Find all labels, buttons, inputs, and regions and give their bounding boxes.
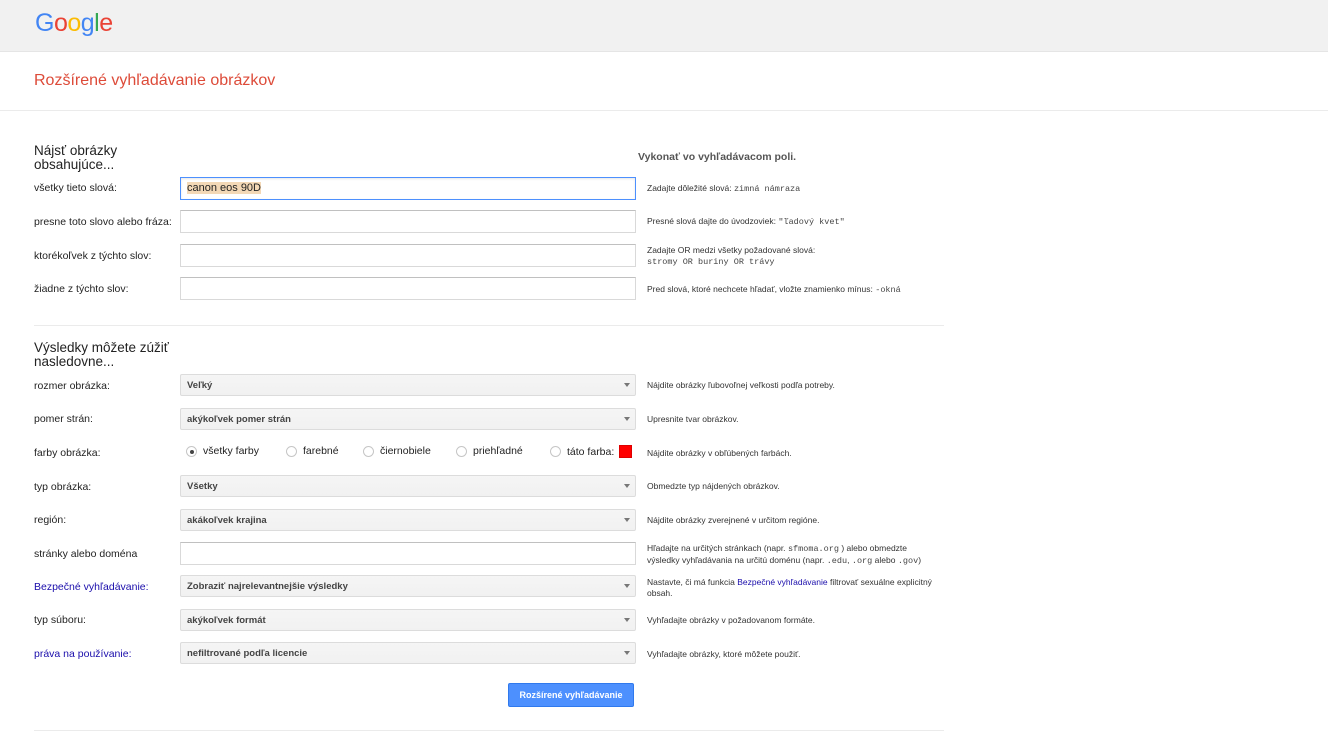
type-select[interactable]: Všetky (180, 475, 636, 497)
chevron-down-icon (624, 651, 630, 655)
usage-rights-link[interactable]: práva na používanie: (34, 648, 131, 660)
safe-search-select[interactable]: Zobraziť najrelevantnejšie výsledky (180, 575, 636, 597)
logo-letter: G (35, 9, 54, 37)
exact-phrase-label: presne toto slovo alebo fráza: (34, 216, 172, 228)
logo-letter: o (53, 9, 68, 37)
top-bar: Google (0, 0, 1328, 52)
usage-rights-select[interactable]: nefiltrované podľa licencie (180, 642, 636, 664)
chevron-down-icon (624, 518, 630, 522)
advanced-search-button[interactable]: Rozšírené vyhľadávanie (508, 683, 634, 707)
color-radio-colorful[interactable]: farebné (286, 445, 339, 457)
section-divider (34, 325, 944, 326)
chevron-down-icon (624, 383, 630, 387)
all-words-input[interactable]: canon eos 90D (180, 177, 636, 200)
logo-letter: g (80, 9, 95, 37)
colors-help: Nájdite obrázky v obľúbených farbách. (647, 448, 792, 458)
radio-icon (363, 445, 374, 457)
radio-icon (186, 445, 197, 457)
type-help: Obmedzte typ nájdených obrázkov. (647, 481, 780, 491)
bottom-divider (34, 730, 944, 731)
any-words-help: Zadajte OR medzi všetky požadované slová… (647, 245, 816, 267)
region-help: Nájdite obrázky zverejnené v určitom reg… (647, 515, 820, 525)
section-heading-find: Nájsť obrázky obsahujúce... (34, 143, 118, 172)
site-label: stránky alebo doména (34, 548, 138, 560)
safe-search-link[interactable]: Bezpečné vyhľadávanie: (34, 581, 149, 593)
all-words-help: Zadajte dôležité slová: zimná námraza (647, 183, 801, 194)
color-radio-this-color[interactable]: táto farba: (550, 445, 633, 458)
all-words-value: canon eos 90D (187, 182, 261, 194)
size-select[interactable]: Veľký (180, 374, 636, 396)
none-words-label: žiadne z týchto slov: (34, 283, 129, 295)
aspect-select[interactable]: akýkoľvek pomer strán (180, 408, 636, 430)
type-label: typ obrázka: (34, 481, 92, 493)
filetype-help: Vyhľadajte obrázky v požadovanom formáte… (647, 615, 816, 625)
aspect-help: Upresnite tvar obrázkov. (647, 414, 739, 424)
page-title: Rozšírené vyhľadávanie obrázkov (34, 72, 276, 89)
none-words-help: Pred slová, ktoré nechcete hľadať, vložt… (647, 284, 901, 295)
site-help: Hľadajte na určitých stránkach (napr. sf… (647, 543, 922, 566)
color-radio-all[interactable]: všetky farby (186, 445, 259, 457)
chevron-down-icon (624, 417, 630, 421)
colors-label: farby obrázka: (34, 447, 101, 459)
color-swatch[interactable] (619, 445, 633, 458)
all-words-label: všetky tieto slová: (34, 182, 117, 194)
size-label: rozmer obrázka: (34, 380, 110, 392)
exact-phrase-input[interactable] (180, 210, 636, 233)
usage-rights-help: Vyhľadajte obrázky, ktoré môžete použiť. (647, 649, 801, 659)
section-heading-narrow: Výsledky môžete zúžiť nasledovne... (34, 340, 169, 369)
site-input[interactable] (180, 542, 636, 565)
safe-search-help: Nastavte, či má funkcia Bezpečné vyhľadá… (647, 577, 932, 598)
aspect-label: pomer strán: (34, 413, 93, 425)
exact-phrase-help: Presné slová dajte do úvodzoviek: "ľadov… (647, 216, 845, 227)
radio-icon (456, 445, 467, 457)
logo-letter: o (67, 9, 81, 37)
radio-icon (550, 446, 561, 457)
color-radio-bw[interactable]: čiernobiele (363, 445, 431, 457)
color-radio-transparent[interactable]: priehľadné (456, 445, 523, 457)
logo-letter: e (99, 9, 113, 37)
chevron-down-icon (624, 484, 630, 488)
filetype-select[interactable]: akýkoľvek formát (180, 609, 636, 631)
safe-search-help-link[interactable]: Bezpečné vyhľadávanie (737, 577, 827, 587)
radio-icon (286, 445, 297, 457)
region-label: región: (34, 514, 67, 526)
any-words-label: ktorékoľvek z týchto slov: (34, 250, 152, 262)
filetype-label: typ súboru: (34, 614, 86, 626)
size-help: Nájdite obrázky ľubovoľnej veľkosti podľ… (647, 380, 835, 390)
region-select[interactable]: akákoľvek krajina (180, 509, 636, 531)
chevron-down-icon (624, 618, 630, 622)
any-words-input[interactable] (180, 244, 636, 267)
none-words-input[interactable] (180, 277, 636, 300)
google-logo[interactable]: Google (35, 9, 113, 38)
chevron-down-icon (624, 584, 630, 588)
side-heading: Vykonať vo vyhľadávacom poli. (638, 151, 797, 163)
